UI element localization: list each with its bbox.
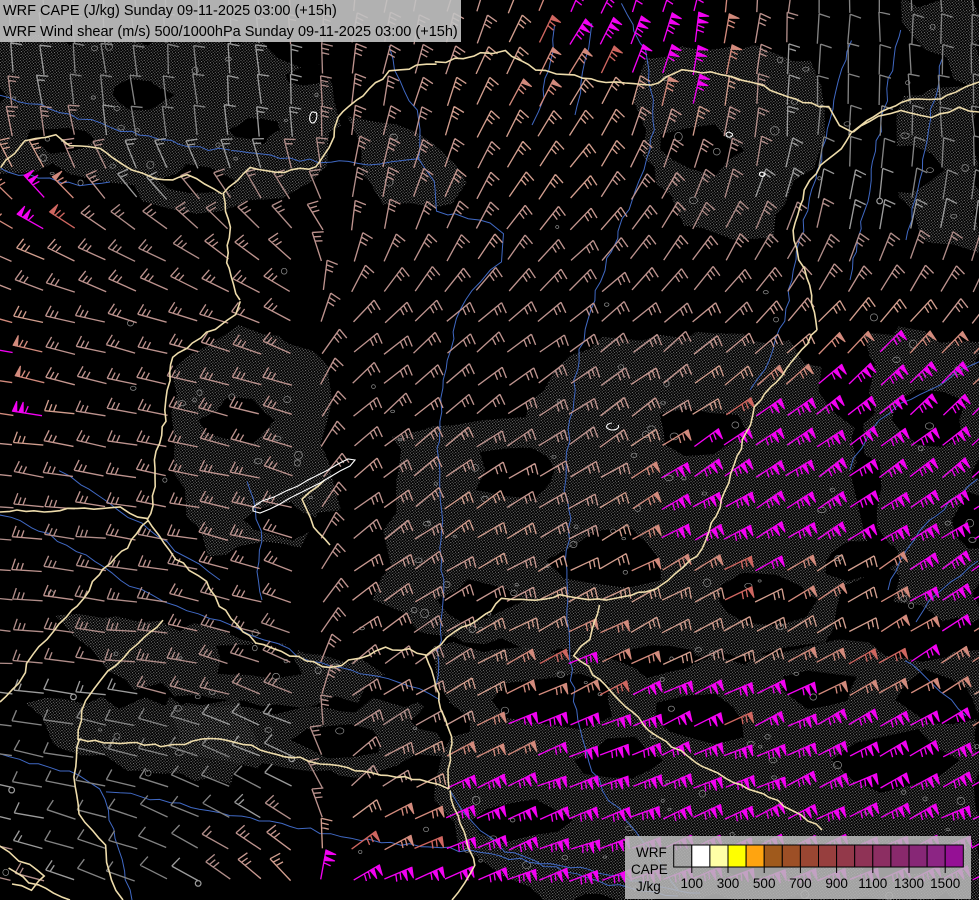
svg-text:WRF: WRF <box>636 845 667 860</box>
svg-text:1500: 1500 <box>930 876 960 891</box>
svg-text:900: 900 <box>825 876 848 891</box>
svg-text:J/kg: J/kg <box>636 879 661 894</box>
svg-text:CAPE: CAPE <box>631 862 668 877</box>
svg-text:100: 100 <box>681 876 704 891</box>
svg-text:500: 500 <box>753 876 776 891</box>
svg-text:1300: 1300 <box>894 876 924 891</box>
svg-text:300: 300 <box>717 876 740 891</box>
svg-text:700: 700 <box>789 876 812 891</box>
svg-text:1100: 1100 <box>858 876 887 891</box>
